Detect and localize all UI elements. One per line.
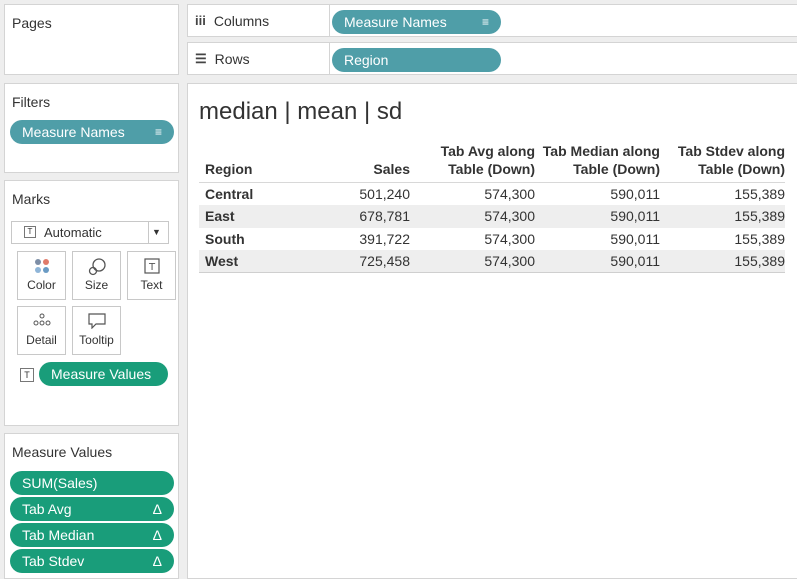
measure-values-card: Measure Values SUM(Sales) Tab Avg Δ Tab …: [4, 433, 179, 579]
size-label: Size: [84, 278, 109, 292]
tab-median-header-line2: Table (Down): [573, 161, 660, 177]
text-icon: T: [128, 252, 175, 278]
tab-stdev-pill[interactable]: Tab Stdev Δ: [10, 549, 174, 573]
sales-cell: 501,240: [359, 186, 410, 202]
crosstab-table: Region Sales Tab Avg along Table (Down) …: [199, 142, 785, 273]
delta-icon: Δ: [152, 553, 162, 569]
color-icon: [18, 252, 65, 278]
marks-card: Marks T Automatic ▼ Color Size T Text De…: [4, 180, 179, 426]
tooltip-icon: [73, 307, 120, 333]
rows-pill-label: Region: [344, 52, 389, 68]
rows-icon: ☰: [195, 50, 207, 66]
tab-stdev-cell: 155,389: [734, 208, 785, 225]
region-cell: East: [205, 208, 235, 225]
tab-avg-cell: 574,300: [484, 186, 535, 202]
region-cell: South: [205, 230, 245, 247]
worksheet-view: median | mean | sd Region Sales Tab Avg …: [187, 83, 797, 579]
detail-icon: [18, 307, 65, 333]
sum-sales-label: SUM(Sales): [22, 475, 98, 491]
tab-stdev-header-line2: Table (Down): [698, 161, 785, 177]
region-cell: Central: [205, 186, 254, 202]
header-row: Region Sales Tab Avg along Table (Down) …: [199, 142, 785, 183]
sort-icon: ≡: [481, 15, 489, 29]
pages-card: Pages: [4, 4, 179, 75]
tab-stdev-cell: 155,389: [734, 253, 785, 269]
size-button[interactable]: Size: [72, 251, 121, 300]
table-row[interactable]: Central 501,240 574,300 590,011 155,389: [199, 183, 785, 206]
mark-type-value: Automatic: [44, 225, 102, 240]
delta-icon: Δ: [152, 501, 162, 517]
columns-label: Columns: [213, 12, 270, 29]
tab-stdev-cell: 155,389: [734, 230, 785, 247]
view-title: median | mean | sd: [199, 98, 403, 125]
table-row[interactable]: West 725,458 574,300 590,011 155,389: [199, 250, 785, 273]
tab-median-cell: 590,011: [610, 230, 660, 247]
tab-stdev-cell: 155,389: [734, 186, 785, 202]
sum-sales-pill[interactable]: SUM(Sales): [10, 471, 174, 495]
measure-values-text-pill[interactable]: Measure Values: [39, 362, 168, 386]
filter-pill-label: Measure Names: [22, 124, 125, 140]
tab-avg-cell: 574,300: [484, 253, 535, 269]
tab-avg-header-line2: Table (Down): [448, 161, 535, 177]
mark-type-dropdown[interactable]: T Automatic ▼: [11, 221, 169, 244]
chevron-down-icon[interactable]: ▼: [148, 222, 164, 243]
sales-cell: 678,781: [359, 208, 410, 225]
tooltip-button[interactable]: Tooltip: [72, 306, 121, 355]
color-label: Color: [27, 278, 56, 292]
tab-stdev-label: Tab Stdev: [22, 553, 85, 569]
measure-values-title: Measure Values: [12, 444, 113, 460]
filters-card: Filters Measure Names ≡: [4, 83, 179, 173]
sort-icon: ≡: [154, 125, 162, 139]
columns-pill-label: Measure Names: [344, 14, 447, 30]
tab-median-header-line1: Tab Median along: [542, 143, 660, 159]
tab-avg-label: Tab Avg: [22, 501, 72, 517]
tab-stdev-header-line1: Tab Stdev along: [677, 143, 785, 159]
columns-icon: iii: [195, 13, 206, 28]
detail-label: Detail: [26, 333, 57, 347]
tab-avg-cell: 574,300: [484, 230, 535, 247]
color-button[interactable]: Color: [17, 251, 66, 300]
table-row[interactable]: South 391,722 574,300 590,011 155,389: [199, 228, 785, 251]
sales-cell: 391,722: [359, 230, 410, 247]
text-mark-icon: T: [24, 226, 36, 238]
rows-shelf[interactable]: ☰ Rows Region: [187, 42, 797, 75]
delta-icon: Δ: [152, 527, 162, 543]
tab-avg-pill[interactable]: Tab Avg Δ: [10, 497, 174, 521]
filter-measure-names-pill[interactable]: Measure Names ≡: [10, 120, 174, 144]
tab-median-label: Tab Median: [22, 527, 95, 543]
text-encoding-icon: T: [20, 368, 34, 382]
tab-avg-cell: 574,300: [484, 208, 535, 225]
tooltip-label: Tooltip: [79, 333, 114, 347]
text-button[interactable]: T Text: [127, 251, 176, 300]
region-header[interactable]: Region: [199, 142, 299, 183]
measure-values-pill-label: Measure Values: [51, 366, 152, 382]
tab-avg-header[interactable]: Tab Avg along Table (Down): [410, 142, 535, 183]
columns-shelf-label: iii Columns: [188, 5, 330, 36]
text-label: Text: [140, 278, 163, 292]
columns-measure-names-pill[interactable]: Measure Names ≡: [332, 10, 501, 34]
tab-median-cell: 590,011: [610, 208, 660, 225]
filters-title: Filters: [12, 94, 51, 110]
tab-median-pill[interactable]: Tab Median Δ: [10, 523, 174, 547]
tab-avg-header-line1: Tab Avg along: [440, 143, 535, 159]
svg-text:T: T: [147, 262, 155, 273]
size-icon: [73, 252, 120, 278]
region-cell: West: [205, 253, 239, 269]
tab-median-cell: 590,011: [610, 186, 660, 202]
rows-shelf-label: ☰ Rows: [188, 43, 330, 74]
pages-title: Pages: [12, 15, 52, 31]
tab-stdev-header[interactable]: Tab Stdev along Table (Down): [660, 142, 785, 183]
rows-region-pill[interactable]: Region: [332, 48, 501, 72]
marks-title: Marks: [12, 191, 51, 207]
sales-cell: 725,458: [359, 253, 410, 269]
tab-median-cell: 590,011: [610, 253, 660, 269]
rows-label: Rows: [214, 50, 250, 67]
sales-header[interactable]: Sales: [299, 142, 410, 183]
table-row[interactable]: East 678,781 574,300 590,011 155,389: [199, 205, 785, 228]
detail-button[interactable]: Detail: [17, 306, 66, 355]
columns-shelf[interactable]: iii Columns Measure Names ≡: [187, 4, 797, 37]
tab-median-header[interactable]: Tab Median along Table (Down): [535, 142, 660, 183]
